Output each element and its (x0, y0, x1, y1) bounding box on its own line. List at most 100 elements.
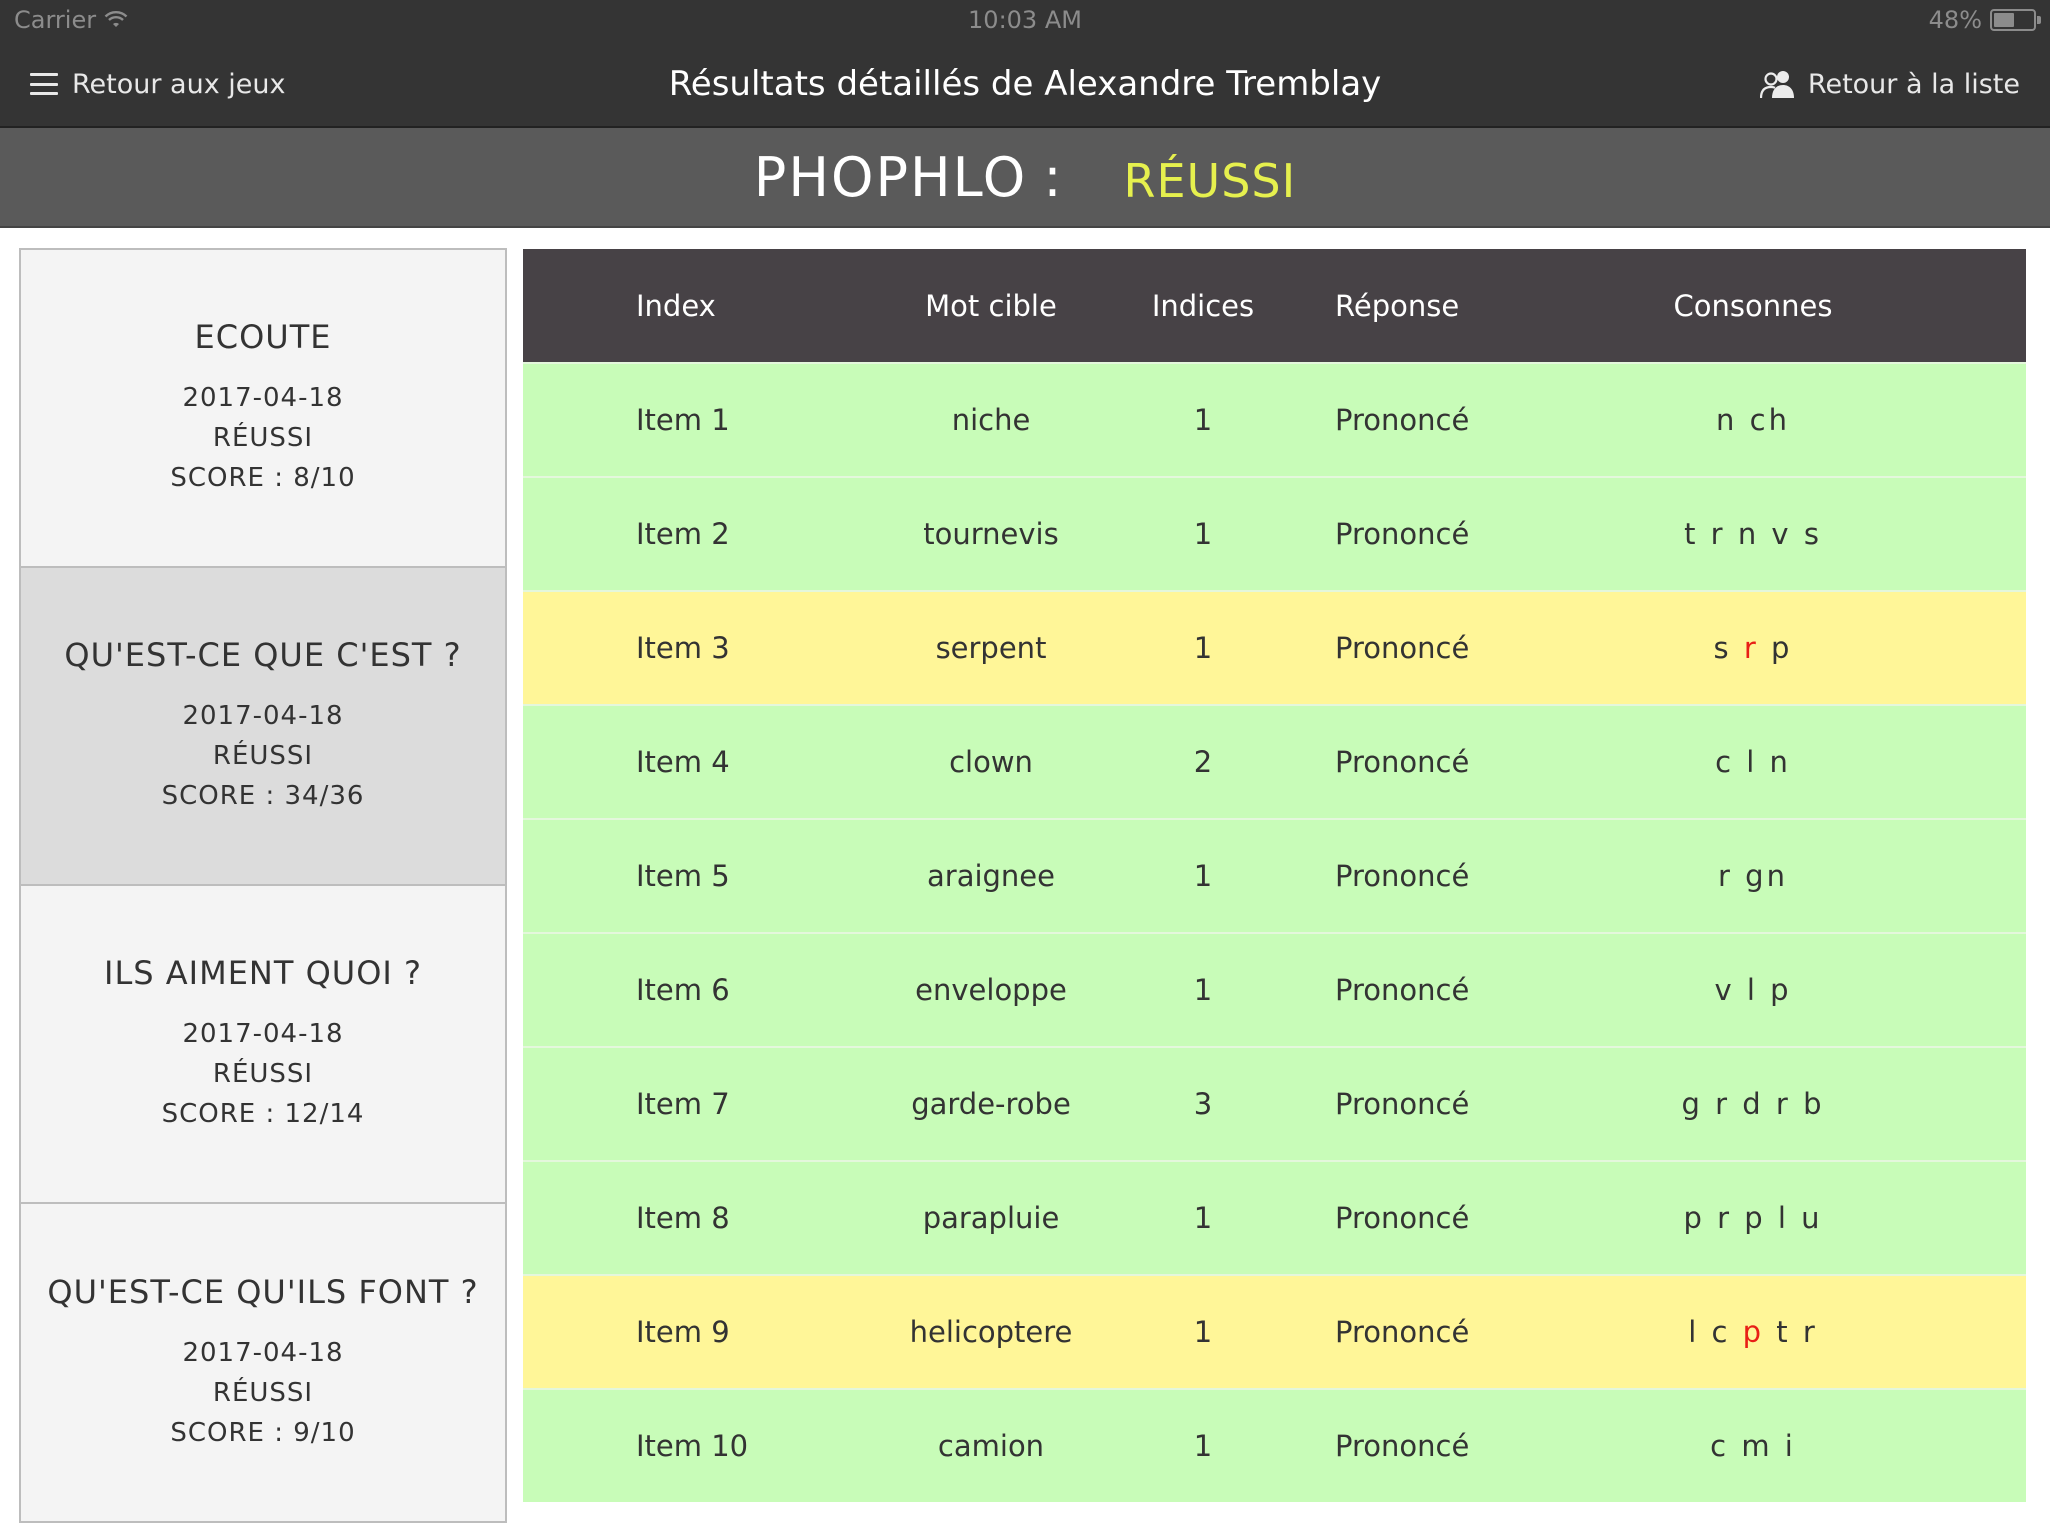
consonant: s (1713, 631, 1732, 665)
consonant: t (1776, 1315, 1791, 1349)
activity-date: 2017-04-18 (182, 1019, 344, 1049)
cell-response: Prononcé (1335, 973, 1470, 1007)
consonant: c (1711, 1315, 1731, 1349)
table-row: Item 5 araignee 1 Prononcé r gn (523, 818, 2026, 932)
back-to-games-button[interactable]: Retour aux jeux (30, 40, 285, 128)
cell-hints: 1 (1193, 517, 1213, 551)
cell-consonants: l c p t r (1603, 1315, 1903, 1349)
consonant: v (1714, 973, 1735, 1007)
battery-icon (1990, 9, 2041, 31)
consonant: b (1803, 1087, 1825, 1121)
cell-consonants: g r d r b (1603, 1087, 1903, 1121)
consonant: r (1717, 1201, 1733, 1235)
cell-hints: 1 (1193, 403, 1213, 437)
cell-index: Item 9 (636, 1315, 730, 1349)
column-header-consonants: Consonnes (1673, 288, 1833, 323)
menu-icon (30, 73, 58, 95)
cell-target-word: niche (951, 403, 1031, 437)
cell-target-word: serpent (935, 631, 1047, 665)
activity-card[interactable]: ECOUTE 2017-04-18 RÉUSSI SCORE : 8/10 (21, 250, 505, 568)
game-status: RÉUSSI (1123, 154, 1297, 208)
consonant: n (1716, 403, 1738, 437)
consonant: d (1742, 1087, 1764, 1121)
cell-target-word: helicoptere (909, 1315, 1073, 1349)
game-header: PHOPHLO : RÉUSSI (0, 128, 2050, 228)
consonant: c (1710, 1429, 1730, 1463)
activity-card[interactable]: QU'EST-CE QUE C'EST ? 2017-04-18 RÉUSSI … (21, 568, 505, 886)
activity-date: 2017-04-18 (182, 1337, 344, 1368)
cell-consonants: p r p l u (1603, 1201, 1903, 1235)
battery-percent: 48% (1928, 6, 1982, 34)
column-header-hints: Indices (1151, 288, 1255, 323)
cell-consonants: n ch (1603, 403, 1903, 437)
consonant: r (1710, 517, 1726, 551)
consonant: p (1770, 973, 1792, 1007)
status-bar: Carrier 10:03 AM 48% (0, 0, 2050, 40)
cell-index: Item 1 (636, 403, 730, 437)
consonant: p (1744, 1201, 1766, 1235)
consonant: t (1684, 517, 1699, 551)
activity-status: RÉUSSI (212, 1377, 314, 1408)
activity-card[interactable]: QU'EST-CE QU'ILS FONT ? 2017-04-18 RÉUSS… (21, 1204, 505, 1521)
consonant: g (1681, 1087, 1703, 1121)
cell-hints: 3 (1193, 1087, 1213, 1121)
table-header: Index Mot cible Indices Réponse Consonne… (523, 249, 2026, 362)
cell-target-word: garde-robe (911, 1087, 1071, 1121)
cell-consonants: c m i (1603, 1429, 1903, 1463)
cell-target-word: tournevis (923, 517, 1059, 551)
game-name: PHOPHLO (753, 145, 1028, 209)
activity-date: 2017-04-18 (182, 701, 344, 731)
back-to-list-button[interactable]: Retour à la liste (1759, 40, 2020, 128)
table-row: Item 6 enveloppe 1 Prononcé v l p (523, 932, 2026, 1046)
cell-hints: 1 (1193, 973, 1213, 1007)
consonant: m (1741, 1429, 1773, 1463)
cell-consonants: c l n (1603, 745, 1903, 779)
table-body: Item 1 niche 1 Prononcé n ch Item 2 tournevis 1… (523, 362, 2026, 1502)
cell-hints: 1 (1193, 1201, 1213, 1235)
cell-index: Item 10 (636, 1429, 749, 1463)
consonant: r (1715, 1087, 1731, 1121)
activity-score: SCORE : 34/36 (161, 781, 365, 811)
cell-target-word: parapluie (922, 1201, 1060, 1235)
table-row: Item 3 serpent 1 Prononcé s r p (523, 590, 2026, 704)
table-row: Item 1 niche 1 Prononcé n ch (523, 362, 2026, 476)
consonant: u (1801, 1201, 1823, 1235)
column-header-response: Réponse (1335, 288, 1460, 323)
cell-target-word: clown (949, 745, 1033, 779)
cell-index: Item 8 (636, 1201, 730, 1235)
activity-title: QU'EST-CE QU'ILS FONT ? (47, 1272, 479, 1311)
activity-title: QU'EST-CE QUE C'EST ? (64, 636, 462, 674)
consonant: r (1775, 1087, 1791, 1121)
activity-card[interactable]: ILS AIMENT QUOI ? 2017-04-18 RÉUSSI SCOR… (21, 886, 505, 1204)
consonant: n (1737, 517, 1760, 551)
table-row: Item 7 garde-robe 3 Prononcé g r d r b (523, 1046, 2026, 1160)
nav-bar: Retour aux jeux Résultats détaillés de A… (0, 40, 2050, 128)
game-colon: : (1043, 145, 1062, 209)
consonant: l (1746, 745, 1758, 779)
cell-hints: 1 (1193, 631, 1213, 665)
consonant: p (1683, 1201, 1705, 1235)
cell-hints: 2 (1193, 745, 1213, 779)
cell-response: Prononcé (1335, 745, 1470, 779)
cell-consonants: r gn (1603, 859, 1903, 893)
consonant: p (1771, 631, 1793, 665)
battery-indicator: 48% (1928, 6, 2041, 34)
activity-title: ECOUTE (194, 318, 332, 356)
consonant: n (1769, 745, 1791, 779)
consonant: ch (1749, 403, 1790, 437)
cell-index: Item 6 (636, 973, 730, 1007)
activity-score: SCORE : 12/14 (161, 1099, 365, 1129)
cell-hints: 1 (1193, 1429, 1213, 1463)
cell-response: Prononcé (1335, 1087, 1470, 1121)
consonant: gn (1745, 859, 1788, 893)
table-row: Item 8 parapluie 1 Prononcé p r p l u (523, 1160, 2026, 1274)
table-row: Item 9 helicoptere 1 Prononcé l c p t r (523, 1274, 2026, 1388)
consonant: v (1771, 517, 1792, 551)
back-to-list-label: Retour à la liste (1807, 68, 2020, 100)
activity-list: ECOUTE 2017-04-18 RÉUSSI SCORE : 8/10 QU… (19, 248, 507, 1523)
cell-response: Prononcé (1335, 517, 1470, 551)
cell-index: Item 7 (636, 1087, 730, 1121)
consonant: l (1688, 1315, 1700, 1349)
cell-response: Prononcé (1335, 859, 1470, 893)
cell-consonants: t r n v s (1603, 517, 1903, 551)
